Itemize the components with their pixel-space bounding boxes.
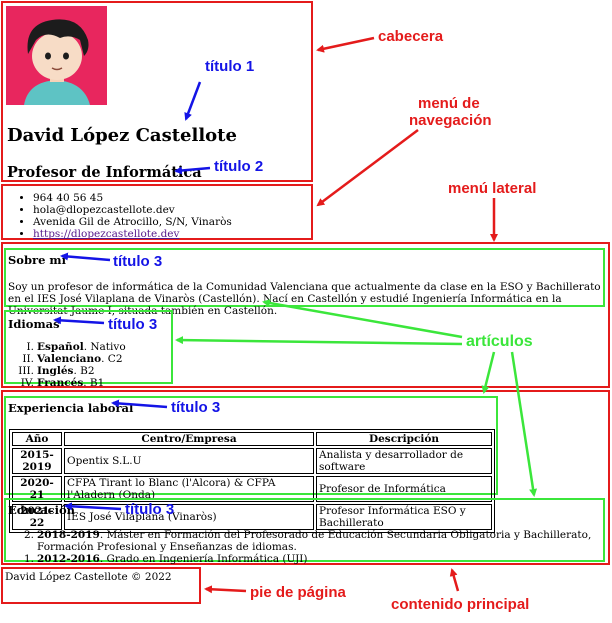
language-item: I. Español. Nativo: [26, 341, 126, 353]
label-titulo-3: título 3: [113, 253, 163, 270]
footer-text: David López Castellote © 2022: [5, 571, 172, 583]
header-region: David López Castellote Profesor de Infor…: [1, 1, 313, 182]
table-cell-year: 2015-2019: [12, 448, 62, 474]
aside-region: Sobre mí Soy un profesor de informática …: [1, 242, 610, 389]
label-titulo-3: título 3: [108, 316, 158, 333]
label-pie-de-pagina: pie de página: [250, 584, 346, 601]
table-cell: Opentix S.L.U: [64, 448, 314, 474]
label-menu-lateral: menú lateral: [448, 180, 537, 197]
languages-list: I. Español. Nativo II. Valenciano. C2 III.…: [10, 341, 126, 389]
label-contenido-principal: contenido principal: [391, 596, 530, 613]
arrow-contenido-principal: [449, 568, 460, 592]
page-subtitle: Profesor de Informática: [7, 164, 202, 181]
column-header: Centro/Empresa: [64, 432, 314, 446]
column-header: Año: [12, 432, 62, 446]
arrow-cabecera: [316, 36, 375, 53]
arrow-pie-de-pagina: [204, 585, 247, 594]
article-about: Sobre mí Soy un profesor de informática …: [4, 248, 605, 317]
education-item: 2. 2018-2019. Máster en Formación del Pr…: [23, 529, 592, 553]
experience-heading: Experiencia laboral: [8, 401, 134, 415]
article-experience: Experiencia laboral Año Centro/Empresa D…: [4, 396, 498, 533]
website-link[interactable]: https://dlopezcastellote.dev: [33, 228, 179, 240]
language-item: III. Inglés. B2: [18, 365, 95, 377]
languages-heading: Idiomas: [8, 317, 60, 331]
avatar-illustration-icon: [6, 6, 107, 105]
label-titulo-3: título 3: [171, 399, 221, 416]
table-cell: Analista y desarrollador de software: [316, 448, 492, 474]
education-item: 1. 2012-2016. Grado en Ingeniería Inform…: [23, 553, 308, 565]
label-menu-navegacion-2: navegación: [409, 112, 492, 129]
footer-region: David López Castellote © 2022: [1, 567, 201, 604]
table-header-row: Año Centro/Empresa Descripción: [12, 432, 492, 446]
education-list: 2. 2018-2019. Máster en Formación del Pr…: [10, 529, 602, 565]
language-item: II. Valenciano. C2: [22, 353, 123, 365]
label-articulos: artículos: [466, 333, 533, 350]
label-titulo-2: título 2: [214, 158, 264, 175]
label-menu-navegacion-1: menú de: [418, 95, 480, 112]
table-row: 2015-2019 Opentix S.L.U Analista y desar…: [12, 448, 492, 474]
article-education: Educación 2. 2018-2019. Máster en Formac…: [4, 498, 605, 565]
contact-phone: 964 40 56 45: [33, 192, 232, 204]
main-region: Experiencia laboral Año Centro/Empresa D…: [1, 390, 610, 565]
avatar: [6, 6, 107, 105]
language-item: IV. Francés. B1: [20, 377, 105, 389]
education-heading: Educación: [8, 503, 76, 517]
page-title: David López Castellote: [7, 125, 237, 146]
arrow-menu-navegacion: [316, 129, 419, 207]
contact-list: 964 40 56 45 hola@dlopezcastellote.dev A…: [33, 192, 232, 240]
nav-region: 964 40 56 45 hola@dlopezcastellote.dev A…: [1, 184, 313, 240]
about-heading: Sobre mí: [8, 253, 66, 267]
label-titulo-1: título 1: [205, 58, 255, 75]
contact-email: hola@dlopezcastellote.dev: [33, 204, 232, 216]
label-titulo-3: título 3: [125, 501, 175, 518]
contact-address: Avenida Gil de Atrocillo, S/N, Vinaròs: [33, 216, 232, 228]
column-header: Descripción: [316, 432, 492, 446]
contact-website-item: https://dlopezcastellote.dev: [33, 228, 232, 240]
label-cabecera: cabecera: [378, 28, 444, 45]
